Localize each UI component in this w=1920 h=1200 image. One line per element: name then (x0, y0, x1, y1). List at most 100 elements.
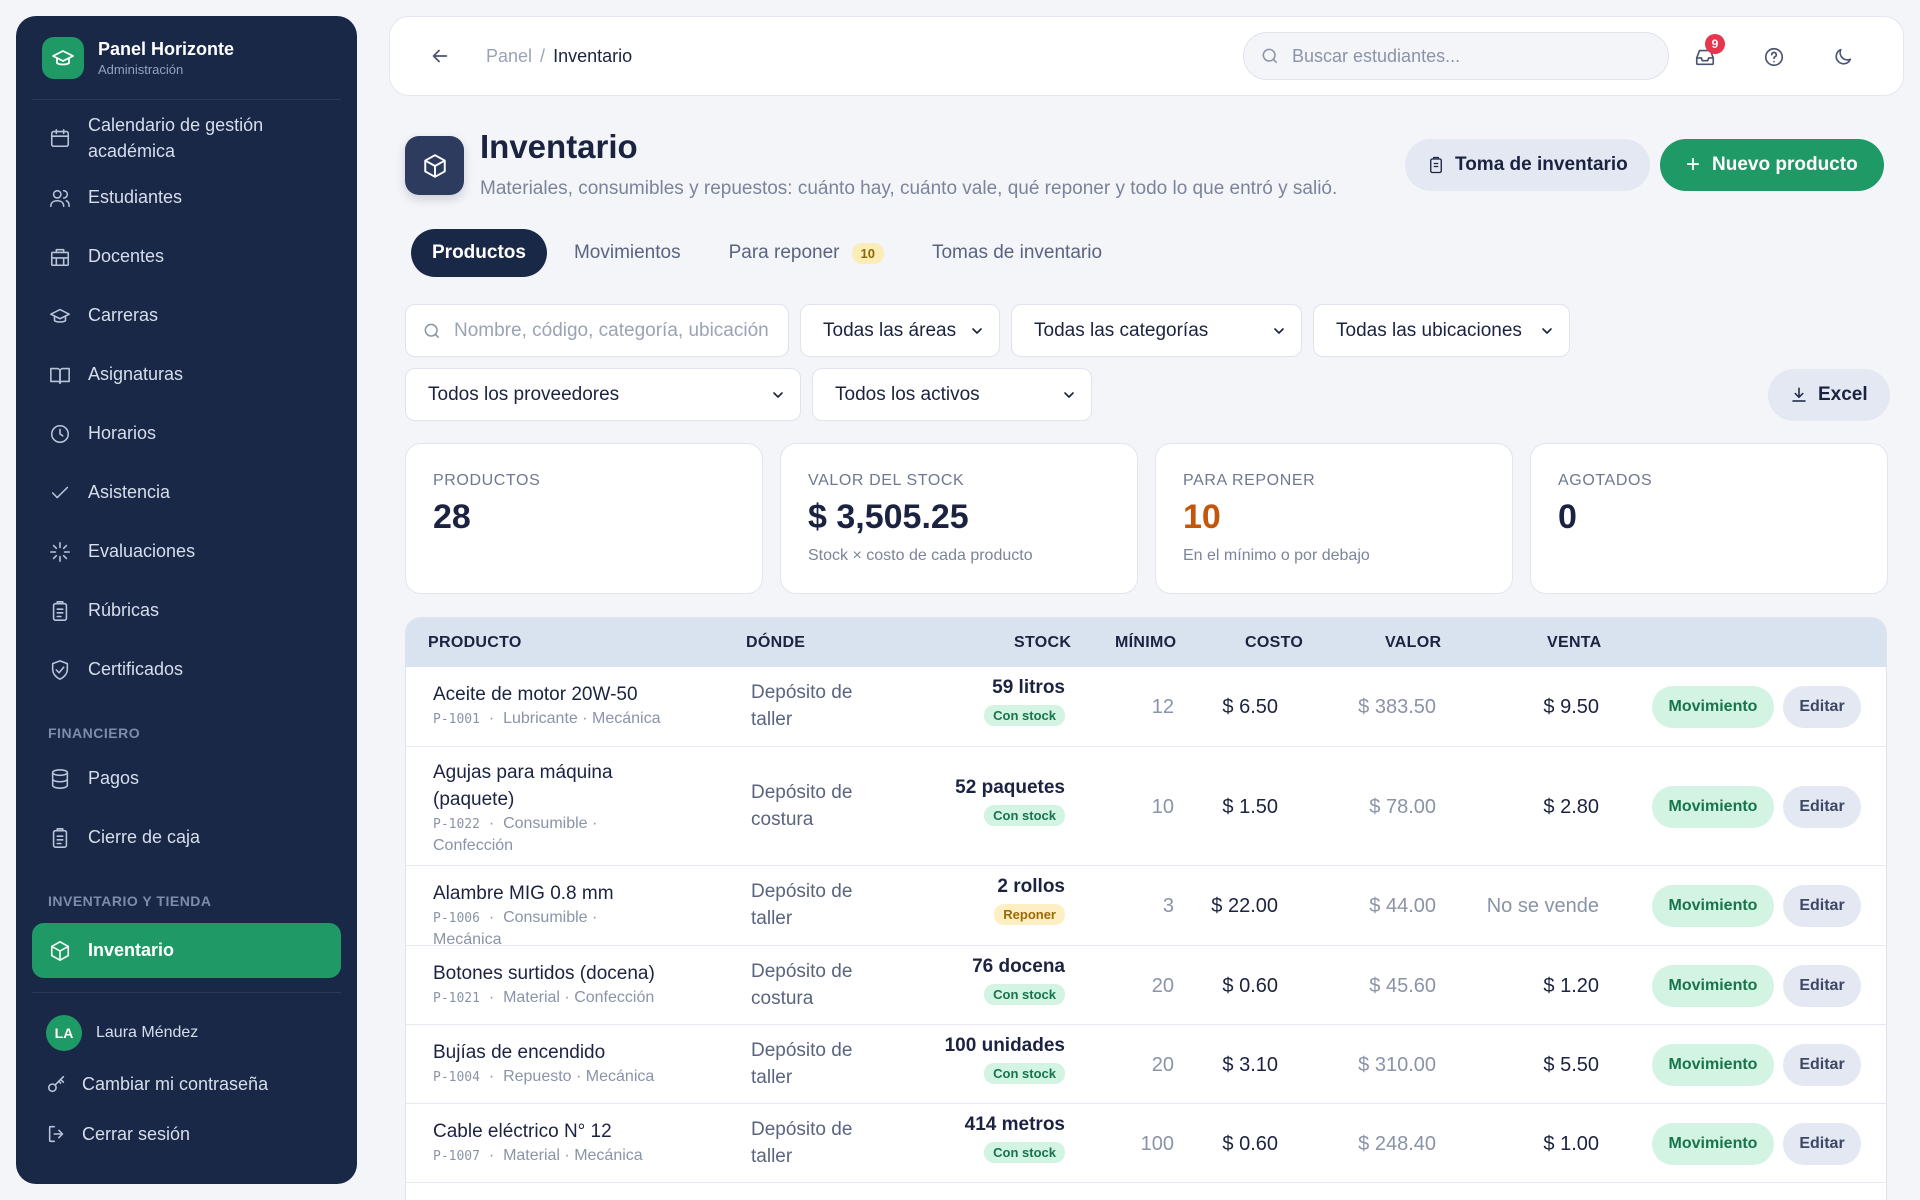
brand[interactable]: Panel Horizonte Administración (32, 16, 341, 100)
product-category: Material · Confección (503, 989, 655, 1006)
sidebar-item-evaluaciones[interactable]: Evaluaciones (32, 522, 341, 581)
stat-card-out-of-stock: AGOTADOS 0 (1530, 443, 1888, 594)
col-sale[interactable]: VENTA (1547, 634, 1602, 652)
col-stock[interactable]: STOCK (1014, 634, 1071, 652)
product-category: Lubricante · Mecánica (503, 710, 661, 727)
logout-link[interactable]: Cerrar sesión (16, 1109, 357, 1159)
clock-icon (48, 422, 72, 446)
location-cell: Depósito de taller (751, 682, 853, 730)
sidebar-divider (32, 992, 341, 993)
sidebar-item-docentes[interactable]: Docentes (32, 227, 341, 286)
sidebar-item-estudiantes[interactable]: Estudiantes (32, 168, 341, 227)
inventory-count-button[interactable]: Toma de inventario (1405, 139, 1650, 191)
sidebar-item-asistencia[interactable]: Asistencia (32, 463, 341, 522)
sidebar-item-rubricas[interactable]: Rúbricas (32, 581, 341, 640)
table-row[interactable]: Botones surtidos (docena) P-1021 · Materi… (406, 946, 1886, 1025)
sale-cell: $ 2.80 (1543, 795, 1599, 818)
sidebar-nav: Calendario de gestión académica Estudian… (16, 108, 357, 978)
col-where[interactable]: DÓNDE (746, 634, 805, 652)
new-product-button[interactable]: + Nuevo producto (1660, 139, 1884, 191)
category-select[interactable]: Todas las categorías (1011, 304, 1302, 357)
page-title: Inventario (480, 128, 638, 165)
tab-movimientos[interactable]: Movimientos (553, 229, 702, 277)
global-search-input[interactable]: Buscar estudiantes... (1243, 32, 1669, 80)
cost-cell: $ 1.50 (1222, 795, 1278, 818)
sparkle-icon (48, 540, 72, 564)
notifications-button[interactable]: 9 (1685, 34, 1725, 77)
value-cell: $ 383.50 (1358, 696, 1436, 718)
movement-button[interactable]: Movimiento (1652, 1122, 1774, 1165)
sidebar-item-horarios[interactable]: Horarios (32, 404, 341, 463)
sidebar-item-inventario[interactable]: Inventario (32, 923, 341, 978)
movement-button[interactable]: Movimiento (1652, 885, 1774, 927)
location-select[interactable]: Todas las ubicaciones (1313, 304, 1570, 357)
plus-icon: + (1686, 151, 1701, 178)
sidebar-item-label: Inventario (88, 940, 175, 960)
movement-button[interactable]: Movimiento (1652, 686, 1774, 728)
sidebar-item-certificados[interactable]: Certificados (32, 640, 341, 699)
col-min[interactable]: MÍNIMO (1115, 634, 1176, 652)
stock-cell: 52 paquetes Con stock (955, 777, 1065, 826)
edit-button[interactable]: Editar (1783, 785, 1861, 828)
sidebar-item-label: Horarios (88, 423, 157, 443)
product-code: P-1006 (433, 911, 480, 926)
supplier-select-value: Todos los proveedores (428, 383, 620, 405)
supplier-select[interactable]: Todos los proveedores (405, 368, 801, 421)
tab-tomas-inventario[interactable]: Tomas de inventario (911, 229, 1123, 277)
sidebar-item-pagos[interactable]: Pagos (32, 749, 341, 808)
sidebar-item-calendario[interactable]: Calendario de gestión académica (32, 108, 341, 168)
edit-button[interactable]: Editar (1783, 686, 1861, 728)
chevron-down-icon (1064, 391, 1074, 398)
back-button[interactable] (420, 36, 460, 76)
area-select[interactable]: Todas las áreas (800, 304, 1000, 357)
stock-status-badge: Con stock (984, 1062, 1065, 1084)
sale-cell: $ 5.50 (1543, 1053, 1599, 1076)
sidebar-item-label: Pagos (88, 768, 140, 788)
product-meta: P-1001 · Lubricante · Mecánica (433, 710, 661, 727)
chevron-down-icon (1274, 327, 1284, 334)
help-button[interactable] (1754, 37, 1794, 77)
tab-para-reponer[interactable]: Para reponer 10 (708, 229, 905, 277)
users-icon (48, 186, 72, 210)
edit-button[interactable]: Editar (1783, 1043, 1861, 1086)
table-row[interactable]: Agujas para máquina (paquete) P-1022 · Co… (406, 747, 1886, 866)
clipboard-icon (1430, 156, 1442, 174)
export-excel-label: Excel (1818, 384, 1868, 405)
table-row[interactable]: Bujías de encendido P-1004 · Repuesto · M… (406, 1025, 1886, 1104)
user-profile[interactable]: LA Laura Méndez (16, 1007, 357, 1059)
stat-note: Stock × costo de cada producto (808, 547, 1033, 564)
product-meta: P-1021 · Material · Confección (433, 989, 655, 1006)
dark-mode-toggle[interactable] (1823, 37, 1863, 77)
assets-select[interactable]: Todos los activos (812, 368, 1092, 421)
sidebar-item-cierre-caja[interactable]: Cierre de caja (32, 808, 341, 867)
sidebar-item-label: Docentes (88, 246, 165, 266)
category-select-value: Todas las categorías (1034, 319, 1209, 341)
value-cell: $ 44.00 (1369, 895, 1436, 917)
change-password-link[interactable]: Cambiar mi contraseña (16, 1059, 357, 1109)
sidebar-item-carreras[interactable]: Carreras (32, 286, 341, 345)
col-product[interactable]: PRODUCTO (428, 634, 522, 652)
movement-button[interactable]: Movimiento (1652, 1043, 1774, 1086)
edit-button[interactable]: Editar (1783, 1122, 1861, 1165)
tabs: Productos Movimientos Para reponer 10 To… (411, 229, 1129, 277)
product-search-input[interactable]: Nombre, código, categoría, ubicación (405, 304, 789, 357)
location-cell: Depósito de taller (751, 1118, 853, 1167)
new-product-label: Nuevo producto (1712, 154, 1858, 175)
table-row[interactable]: Aceite de motor 20W-50 P-1001 · Lubricant… (406, 667, 1886, 747)
stock-status-badge: Con stock (984, 705, 1065, 726)
breadcrumb-parent[interactable]: Panel (486, 46, 532, 66)
sidebar-item-label: Asignaturas (88, 364, 184, 384)
edit-button[interactable]: Editar (1783, 964, 1861, 1007)
movement-button[interactable]: Movimiento (1652, 964, 1774, 1007)
col-cost[interactable]: COSTO (1245, 634, 1303, 652)
location-cell: Depósito de costura (751, 781, 853, 830)
edit-button[interactable]: Editar (1783, 885, 1861, 927)
sidebar-item-asignaturas[interactable]: Asignaturas (32, 345, 341, 404)
table-row[interactable]: Cable eléctrico N° 12 P-1007 · Material ·… (406, 1104, 1886, 1183)
restock-count-badge: 10 (851, 242, 884, 264)
movement-button[interactable]: Movimiento (1652, 785, 1774, 828)
export-excel-button[interactable]: Excel (1768, 369, 1890, 421)
tab-productos[interactable]: Productos (411, 229, 547, 277)
table-row[interactable]: Alambre MIG 0.8 mm P-1006 · Consumible · … (406, 866, 1886, 948)
col-value[interactable]: VALOR (1385, 634, 1441, 652)
